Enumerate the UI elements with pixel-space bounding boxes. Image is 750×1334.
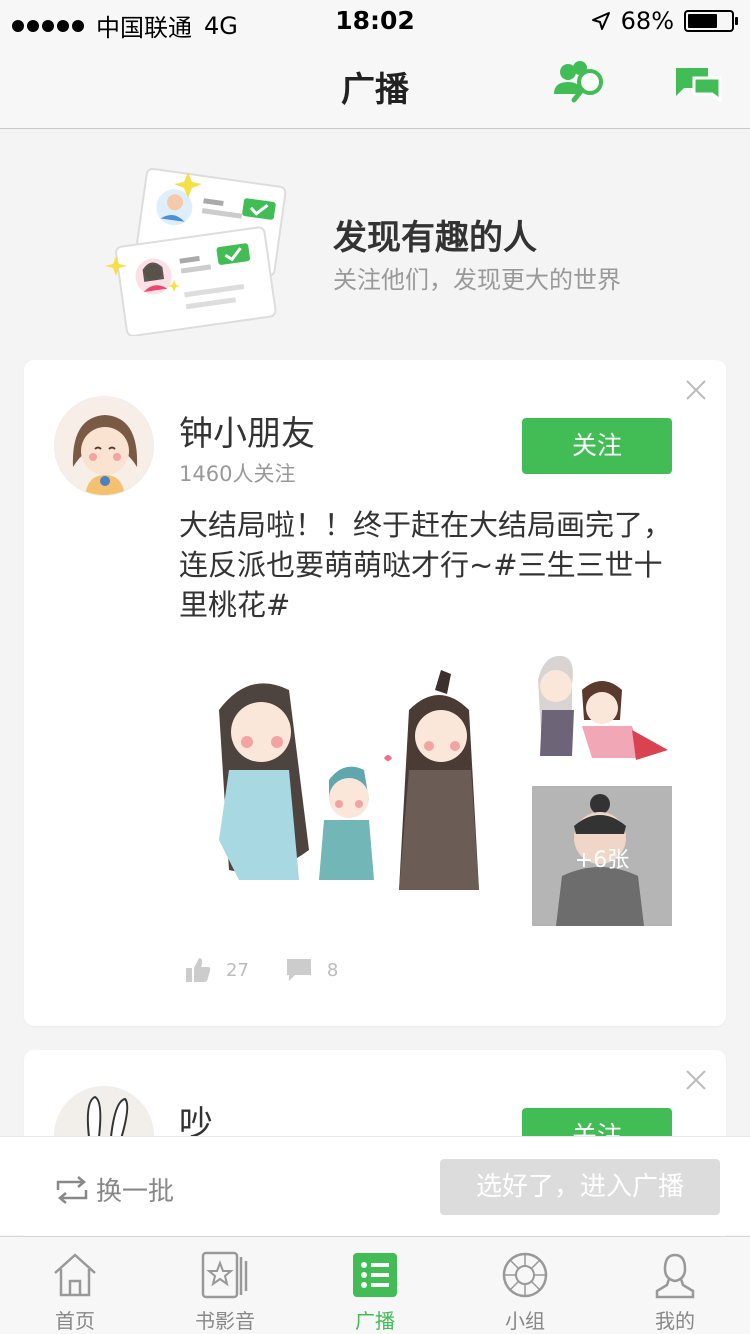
page-title: 广播 — [341, 70, 409, 110]
shuffle-label: 换一批 — [96, 1177, 175, 1207]
tab-label: 首页 — [55, 1309, 95, 1333]
more-images-count: +6张 — [574, 848, 630, 873]
home-icon — [54, 1253, 96, 1297]
avatar-illustration — [55, 397, 153, 495]
like-count: 27 — [226, 959, 249, 981]
close-icon[interactable] — [684, 378, 708, 402]
avatar[interactable] — [54, 396, 154, 496]
tab-books-movies-music[interactable]: 书影音 — [165, 1251, 285, 1334]
tab-label: 我的 — [655, 1309, 695, 1333]
tab-bar: 首页 书影音 广播 小组 我的 — [0, 1236, 750, 1334]
post-image-main[interactable] — [179, 650, 519, 910]
post-actions: 27 8 — [184, 956, 374, 984]
status-bar: 中国联通 4G 18:02 68% — [0, 0, 750, 42]
follow-button[interactable]: 关注 — [522, 418, 672, 474]
thumbs-up-icon — [186, 958, 211, 982]
battery-icon — [684, 10, 738, 32]
bottom-action-bar: 换一批 选好了，进入广播 — [0, 1136, 750, 1235]
recommended-user-card: 钟小朋友 1460人关注 关注 大结局啦！！终于赶在大结局画完了，连反派也要萌萌… — [24, 360, 726, 1026]
books-movies-icon — [201, 1251, 248, 1299]
user-name[interactable]: 钟小朋友 — [179, 406, 315, 455]
comment-action[interactable]: 8 — [285, 957, 338, 983]
like-action[interactable]: 27 — [184, 956, 249, 984]
refresh-icon — [56, 1175, 88, 1204]
shuffle-button[interactable]: 换一批 — [52, 1171, 174, 1208]
find-people-icon[interactable] — [550, 58, 610, 106]
profile-icon — [655, 1253, 695, 1299]
chat-icon[interactable] — [670, 58, 730, 106]
close-icon[interactable] — [684, 1068, 708, 1092]
location-arrow-icon — [591, 12, 610, 30]
tab-label: 小组 — [505, 1309, 545, 1333]
comment-count: 8 — [326, 959, 339, 981]
tab-label: 书影音 — [195, 1309, 255, 1333]
tab-broadcast[interactable]: 广播 — [315, 1251, 435, 1334]
tab-label: 广播 — [355, 1309, 395, 1333]
tab-profile[interactable]: 我的 — [615, 1251, 735, 1334]
discover-banner[interactable]: 发现有趣的人 关注他们，发现更大的世界 — [0, 130, 750, 360]
nav-bar: 广播 — [0, 40, 750, 129]
people-cards-illustration — [105, 167, 287, 336]
broadcast-icon — [353, 1253, 397, 1297]
discover-title: 发现有趣的人 — [333, 218, 537, 258]
battery-percent: 68% — [620, 7, 674, 35]
comment-icon — [286, 959, 311, 981]
tab-home[interactable]: 首页 — [15, 1251, 135, 1334]
discover-subtitle: 关注他们，发现更大的世界 — [333, 266, 621, 294]
post-image-thumb[interactable] — [532, 650, 672, 770]
group-icon — [502, 1252, 548, 1298]
status-right: 68% — [591, 7, 738, 35]
enter-broadcast-button[interactable]: 选好了，进入广播 — [440, 1159, 720, 1215]
follower-count: 1460人关注 — [179, 462, 296, 486]
tab-groups[interactable]: 小组 — [465, 1251, 585, 1334]
more-images-thumb[interactable]: +6张 — [532, 786, 672, 926]
post-text[interactable]: 大结局啦！！终于赶在大结局画完了，连反派也要萌萌哒才行~#三生三世十里桃花# — [179, 505, 679, 625]
